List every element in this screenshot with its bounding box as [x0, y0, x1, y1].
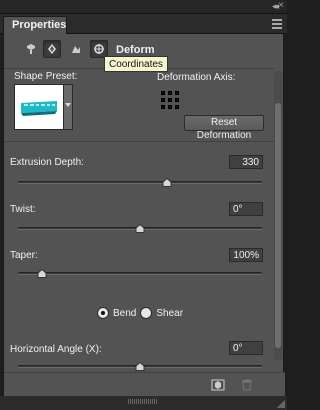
taper-field[interactable]: 100% — [229, 248, 263, 262]
reset-deformation-button[interactable]: Reset Deformation — [184, 115, 264, 141]
deform-icon[interactable] — [43, 40, 61, 58]
shape-preset-label: Shape Preset: — [14, 71, 78, 82]
mode-icon-bar: Deform Coordinates — [4, 34, 285, 72]
deformation-axis-grid[interactable] — [160, 90, 179, 109]
coordinates-tooltip: Coordinates — [104, 56, 168, 72]
cap-icon[interactable] — [67, 40, 85, 58]
properties-panel: Deform Coordinates Shape Preset: Deforma… — [3, 34, 285, 396]
slider-thumb[interactable] — [135, 362, 145, 371]
resize-grip-icon[interactable] — [128, 399, 158, 404]
panel-top-bar: ◂◂ × — [0, 0, 287, 14]
taper-label: Taper: — [10, 250, 38, 261]
collapse-panel-button[interactable]: ◂◂ — [272, 1, 279, 12]
horizontal-angle-field[interactable]: 0° — [229, 341, 263, 355]
section-title: Deform — [116, 44, 155, 56]
panel-tab-row: Properties — [0, 14, 287, 34]
shear-label: Shear — [156, 307, 184, 319]
render-icon[interactable] — [211, 379, 225, 391]
divider — [4, 141, 274, 142]
tab-properties[interactable]: Properties — [3, 16, 67, 34]
panel-scrollbar[interactable] — [274, 71, 282, 361]
shear-radio[interactable] — [140, 307, 153, 319]
horizontal-angle-label: Horizontal Angle (X): — [10, 344, 102, 355]
panel-menu-icon[interactable] — [266, 17, 282, 29]
shape-preset-thumbnail[interactable] — [14, 84, 64, 130]
resize-corner-icon[interactable] — [277, 400, 285, 408]
slider-thumb[interactable] — [37, 269, 47, 278]
extrusion-depth-field[interactable]: 330 — [229, 155, 263, 169]
scrollbar-thumb[interactable] — [275, 103, 281, 348]
bend-radio[interactable] — [97, 307, 109, 319]
bend-label: Bend — [113, 307, 137, 319]
panel-bottom-strip — [0, 396, 287, 410]
twist-slider[interactable] — [18, 224, 262, 233]
extrusion-depth-slider[interactable] — [18, 178, 262, 187]
extrusion-depth-label: Extrusion Depth: — [10, 157, 84, 168]
chevron-down-icon — [65, 103, 71, 107]
taper-slider[interactable] — [18, 269, 262, 278]
horizontal-angle-slider[interactable] — [18, 362, 262, 371]
mesh-icon[interactable] — [22, 40, 40, 58]
panel-footer — [4, 372, 285, 396]
close-panel-button[interactable]: × — [278, 0, 284, 11]
slider-thumb[interactable] — [162, 178, 172, 187]
deformation-axis-label: Deformation Axis: — [157, 72, 236, 83]
twist-label: Twist: — [10, 204, 36, 215]
bend-shear-group: Bend Shear — [97, 306, 187, 320]
slider-thumb[interactable] — [135, 224, 145, 233]
shape-preset-dropdown[interactable] — [64, 84, 73, 130]
trash-icon[interactable] — [240, 379, 254, 391]
twist-field[interactable]: 0° — [229, 202, 263, 216]
